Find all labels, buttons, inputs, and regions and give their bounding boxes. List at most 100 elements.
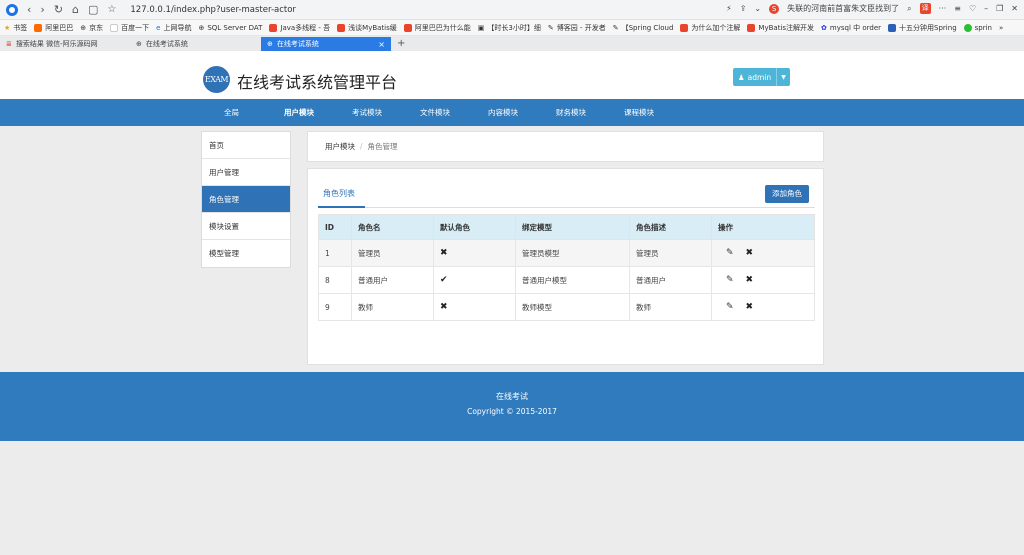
delete-icon[interactable]: ✖ [746,275,754,285]
bookmark-item[interactable]: ✎ 博客园 - 开发者 [548,23,606,33]
bookmark-item[interactable]: ⊕ 京东 [80,23,103,33]
home-icon[interactable]: ⌂ [72,3,79,16]
csdn-icon [747,23,756,32]
cell-actions: ✎ ✖ [711,266,815,294]
bookmark-item[interactable]: ⊕ SQL Server DAT [198,24,262,32]
bookmark-item[interactable]: ▣ 【时长3小时】细 [478,23,541,33]
cell-bound-model: 管理员模型 [515,239,630,267]
table-header-row: ID 角色名 默认角色 绑定模型 角色描述 操作 [318,214,815,240]
close-window-icon[interactable]: ✕ [1011,4,1018,13]
nav-item-exam-module[interactable]: 考试模块 [352,99,382,126]
hot-news-link[interactable]: 失联的河南前首富朱文臣找到了 [787,3,899,14]
flash-icon[interactable]: ⚡ [726,4,732,13]
globe-icon: ⊕ [80,23,87,32]
bookmark-star-icon: ★ [4,23,11,32]
nav-item-user-module[interactable]: 用户模块 [284,99,314,126]
cell-default-role: ✔ [433,266,516,294]
breadcrumb-parent[interactable]: 用户模块 [325,141,355,152]
more-icon[interactable]: ··· [939,4,947,13]
page-footer: 在线考试 Copyright © 2015-2017 [0,372,1024,441]
browser-tab-active[interactable]: ⊕ 在线考试系统 × [261,37,391,51]
menu-icon[interactable]: ≡ [954,4,961,13]
bookmark-item[interactable]: ✿ mysql 中 order [821,23,881,33]
edit-icon[interactable]: ✎ [726,302,734,312]
nav-item-file-module[interactable]: 文件模块 [420,99,450,126]
sidebar-item-home[interactable]: 首页 [202,132,290,159]
reader-icon[interactable]: ▢ [88,3,98,16]
bookmark-item[interactable]: 浅谈MyBatis缓 [337,23,397,33]
cell-role-description: 教师 [629,293,712,321]
bookmark-item[interactable]: e 上网导航 [156,23,191,33]
new-tab-button[interactable]: + [391,37,405,51]
sidebar-item-user-management[interactable]: 用户管理 [202,159,290,186]
role-list-panel: 角色列表 添加角色 ID 角色名 默认角色 绑定模型 角色描述 操作 1 管理员… [307,168,824,365]
bookmark-item[interactable]: Java多线程 - 吾 [269,23,330,33]
sidebar-item-module-settings[interactable]: 模块设置 [202,213,290,240]
bookmark-item[interactable]: 为什么加个注解 [680,23,740,33]
breadcrumb: 用户模块 / 角色管理 [307,131,824,162]
cross-icon: ✖ [440,248,448,258]
browser-tab[interactable]: ⊕ 在线考试系统 [130,37,261,51]
cell-default-role: ✖ [433,239,516,267]
globe-icon: ⊕ [267,40,273,48]
browser-tab[interactable]: ≣ 搜索结果 微信-阿乐源码网 [0,37,130,51]
nav-item-course-module[interactable]: 课程模块 [624,99,654,126]
csdn-icon [680,23,689,32]
nav-item-global[interactable]: 全局 [224,99,239,126]
bookmark-item[interactable]: 阿里巴巴为什么能 [403,23,471,33]
table-row: 8 普通用户 ✔ 普通用户模型 普通用户 ✎ ✖ [318,266,815,294]
csdn-icon [337,23,346,32]
add-role-button[interactable]: 添加角色 [765,185,809,203]
cell-id: 9 [318,293,352,321]
delete-icon[interactable]: ✖ [746,248,754,258]
cell-role-name: 普通用户 [351,266,434,294]
caret-down-icon[interactable]: ▼ [777,74,790,81]
close-tab-icon[interactable]: × [378,40,385,49]
footer-title: 在线考试 [496,392,528,401]
bookmarks-more-icon[interactable]: » [999,24,1003,32]
bookmark-item[interactable]: ✎ 【Spring Cloud [613,23,674,33]
search-icon[interactable]: ⌕ [907,4,911,14]
nav-item-content-module[interactable]: 内容模块 [488,99,518,126]
bookmark-item[interactable]: 百度一下 [110,23,149,33]
star-icon[interactable]: ☆ [107,4,116,15]
skin-icon[interactable]: ♡ [969,4,976,13]
share-icon[interactable]: ⇪ [740,4,747,13]
restore-icon[interactable]: ❐ [996,4,1003,13]
tab-role-list[interactable]: 角色列表 [323,188,355,199]
globe-icon: ⊕ [198,23,205,32]
exam-logo[interactable]: EXAM [203,66,230,93]
dropdown-icon[interactable]: ⌄ [754,4,761,13]
edit-icon[interactable]: ✎ [726,275,734,285]
reload-icon[interactable]: ↻ [54,3,63,16]
cell-id: 1 [318,239,352,267]
sidebar-item-role-management[interactable]: 角色管理 [202,186,290,213]
edit-icon[interactable]: ✎ [726,248,734,258]
translate-icon[interactable]: 译 [919,3,931,14]
delete-icon[interactable]: ✖ [746,302,754,312]
forward-icon[interactable]: › [40,3,44,16]
bookmark-item[interactable]: MyBatis注解开发 [747,23,814,33]
minimize-icon[interactable]: – [984,4,988,13]
role-table: ID 角色名 默认角色 绑定模型 角色描述 操作 1 管理员 ✖ 管理员模型 管… [318,214,815,321]
user-menu-button[interactable]: ♟ admin ▼ [733,68,790,86]
cell-actions: ✎ ✖ [711,293,815,321]
table-row: 1 管理员 ✖ 管理员模型 管理员 ✎ ✖ [318,239,815,267]
sidebar: 首页 用户管理 角色管理 模块设置 模型管理 [201,131,291,268]
sidebar-item-model-management[interactable]: 模型管理 [202,240,290,267]
page-header [0,51,1024,99]
address-bar[interactable]: 127.0.0.1/index.php?user-master-actor [130,5,296,15]
cell-bound-model: 普通用户模型 [515,266,630,294]
search-engine-icon: S [769,3,780,14]
video-icon: ▣ [477,23,485,32]
bookmark-item[interactable]: 十五分钟用Spring [888,23,957,33]
csdn-icon [269,23,278,32]
bookmark-item[interactable]: sprin [963,23,992,32]
bookmark-item[interactable]: ★ 书签 [4,23,27,33]
nav-item-finance-module[interactable]: 财务模块 [556,99,586,126]
browser-right-tools: ⚡ ⇪ ⌄ S 失联的河南前首富朱文臣找到了 ⌕ 译 ··· ≡ ♡ – ❐ ✕ [726,3,1018,14]
main-navbar: 全局 用户模块 考试模块 文件模块 内容模块 财务模块 课程模块 [0,99,1024,126]
bookmark-item[interactable]: 阿里巴巴 [34,23,73,33]
back-icon[interactable]: ‹ [27,3,31,16]
cell-role-description: 普通用户 [629,266,712,294]
